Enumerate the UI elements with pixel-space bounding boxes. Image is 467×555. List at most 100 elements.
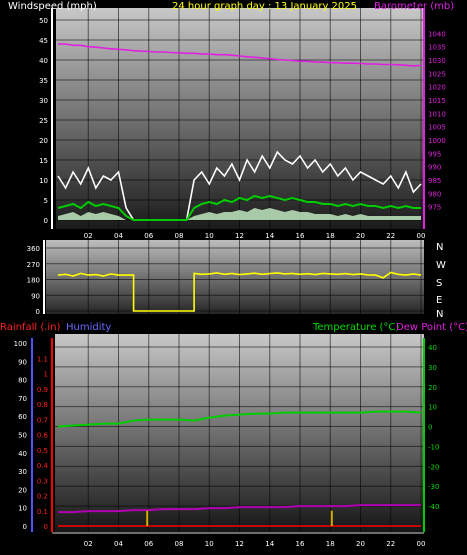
baro-y-tick: 1015: [428, 97, 446, 105]
chart-title: 24 hour graph day : 13 January 2025: [172, 1, 357, 12]
humidity-y-tick: 100: [14, 340, 27, 348]
baro-y-tick: 985: [428, 177, 441, 185]
temp-x-tick: 16: [296, 540, 305, 548]
temp-x-tick: 00: [417, 540, 426, 548]
rain-y-tick: 1: [44, 371, 48, 379]
temp-y-tick: 30: [428, 364, 437, 372]
direction-y-tick: 360: [27, 245, 40, 253]
humidity-y-tick: 50: [18, 432, 27, 440]
rain-y-tick: 0.8: [37, 401, 48, 409]
wind-x-tick: 10: [205, 232, 214, 240]
humidity-y-tick: 10: [18, 505, 27, 513]
dewpoint-axis-title: Dew Point (°C): [396, 322, 467, 333]
rain-y-tick: 0.4: [37, 462, 49, 470]
wind-x-tick: 04: [114, 232, 123, 240]
baro-y-tick: 995: [428, 150, 441, 158]
humidity-y-tick: 20: [18, 486, 27, 494]
wind-y-tick: 15: [39, 157, 48, 165]
wind-x-tick: 12: [235, 232, 244, 240]
wind-x-tick: 16: [296, 232, 305, 240]
weather-graph: 0510152025303540455097598098599099510001…: [0, 1, 467, 548]
wind-y-tick: 35: [39, 77, 48, 85]
wind-y-tick: 20: [39, 137, 48, 145]
baro-y-tick: 990: [428, 164, 441, 172]
wind-y-tick: 30: [39, 97, 48, 105]
wind-x-tick: 08: [175, 232, 184, 240]
humidity-y-tick: 90: [18, 358, 27, 366]
wind-x-tick: 22: [386, 232, 395, 240]
wind-y-tick: 40: [39, 57, 48, 65]
temp-x-tick: 20: [356, 540, 365, 548]
temp-y-tick: 20: [428, 384, 437, 392]
windspeed-axis-title: Windspeed (mph): [8, 1, 97, 12]
rain-y-tick: 1.1: [37, 355, 48, 363]
baro-y-tick: 1030: [428, 57, 446, 65]
wind-y-tick: 0: [44, 217, 48, 225]
temp-y-tick: 40: [428, 344, 437, 352]
wind-y-tick: 5: [44, 197, 48, 205]
wind-y-tick: 45: [39, 37, 48, 45]
compass-label-e: E: [436, 295, 442, 306]
wind-x-tick: 02: [84, 232, 93, 240]
rain-y-tick: 0.3: [37, 477, 48, 485]
compass-label-n-bottom: N: [436, 309, 443, 320]
humidity-y-tick: 0: [23, 523, 27, 531]
wind-y-tick: 10: [39, 177, 48, 185]
temp-x-tick: 08: [175, 540, 184, 548]
wind-x-tick: 06: [144, 232, 153, 240]
temp-x-tick: 12: [235, 540, 244, 548]
rain-y-tick: 0.9: [37, 386, 48, 394]
rain-y-tick: 0.2: [37, 493, 48, 501]
temp-x-tick: 02: [84, 540, 93, 548]
humidity-y-tick: 70: [18, 395, 27, 403]
wind-x-tick: 14: [265, 232, 274, 240]
temp-y-tick: -30: [428, 483, 439, 491]
wind-x-tick: 00: [417, 232, 426, 240]
humidity-y-tick: 60: [18, 413, 27, 421]
direction-panel: [46, 240, 424, 314]
rainfall-axis-title: Rainfall (.in): [0, 322, 61, 333]
baro-y-tick: 1025: [428, 70, 446, 78]
direction-y-tick: 0: [36, 308, 40, 316]
temp-x-tick: 14: [265, 540, 274, 548]
temp-y-tick: -20: [428, 463, 439, 471]
baro-y-tick: 1035: [428, 44, 446, 52]
rain-y-tick: 0.6: [37, 432, 49, 440]
wind-x-tick: 18: [326, 232, 335, 240]
direction-y-tick: 180: [27, 277, 40, 285]
baro-y-tick: 1040: [428, 30, 446, 38]
rain-y-tick: 0.7: [37, 416, 48, 424]
compass-label-n-top: N: [436, 242, 443, 253]
temperature-axis-title: Temperature (°C): [312, 322, 399, 333]
wind-y-tick: 25: [39, 117, 48, 125]
temp-y-tick: -10: [428, 443, 439, 451]
humidity-y-tick: 40: [18, 450, 27, 458]
temp-x-tick: 04: [114, 540, 123, 548]
wind-y-tick: 50: [39, 17, 48, 25]
temp-x-tick: 06: [144, 540, 153, 548]
baro-y-tick: 1000: [428, 137, 446, 145]
baro-y-tick: 1005: [428, 124, 446, 132]
humidity-y-tick: 30: [18, 468, 27, 476]
temp-y-tick: 10: [428, 404, 437, 412]
rain-y-tick: 0.1: [37, 508, 48, 516]
temp-x-tick: 10: [205, 540, 214, 548]
compass-label-w: W: [436, 260, 446, 271]
baro-y-tick: 975: [428, 204, 441, 212]
direction-y-tick: 90: [31, 292, 40, 300]
rain-y-tick: 0.5: [37, 447, 48, 455]
baro-y-tick: 1010: [428, 110, 446, 118]
rain-y-tick: 0: [44, 523, 48, 531]
temp-x-tick: 22: [386, 540, 395, 548]
baro-y-tick: 980: [428, 190, 441, 198]
temp-x-tick: 18: [326, 540, 335, 548]
compass-label-s: S: [436, 278, 442, 289]
barometer-axis-title: Barometer (mb): [374, 1, 454, 12]
wind-x-tick: 20: [356, 232, 365, 240]
temp-y-tick: -40: [428, 503, 439, 511]
humidity-axis-title: Humidity: [66, 322, 111, 333]
baro-y-tick: 1020: [428, 84, 446, 92]
direction-y-tick: 270: [27, 261, 40, 269]
temp-y-tick: 0: [428, 424, 432, 432]
humidity-y-tick: 80: [18, 377, 27, 385]
